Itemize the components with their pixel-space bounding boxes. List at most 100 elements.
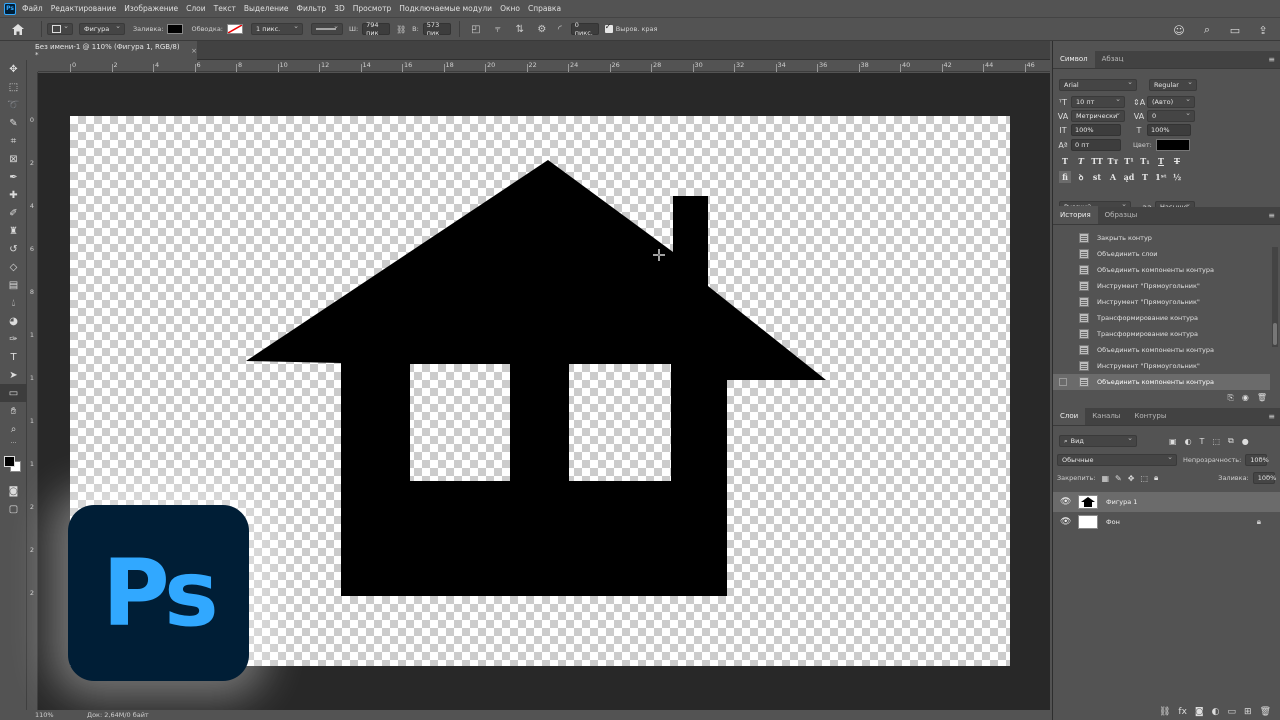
foreground-color-swatch[interactable] (4, 456, 15, 467)
lock-all-icon[interactable]: 🔒︎ (1154, 473, 1158, 483)
eraser-tool-icon[interactable]: ◇ (0, 258, 27, 276)
menu-window[interactable]: Окно (500, 4, 520, 13)
share-icon[interactable]: ⇪ (1254, 22, 1272, 38)
stroke-swatch[interactable] (227, 24, 243, 34)
path-select-tool-icon[interactable]: ➤ (0, 366, 27, 384)
fill-swatch[interactable] (167, 24, 184, 34)
history-item[interactable]: Трансформирование контура (1053, 310, 1270, 326)
horizontal-ruler[interactable]: 0 2 4 6 8 10 12 14 16 18 20 22 24 26 28 30 32 34 36 38 40 42 4… (38, 60, 1050, 72)
rectangle-tool-icon[interactable]: ▭ (0, 384, 27, 402)
leading-dropdown[interactable]: (Авто) (1147, 95, 1195, 108)
titling-alternates-icon[interactable]: ąd (1123, 171, 1135, 183)
document-tab[interactable]: Без имени-1 @ 110% (Фигура 1, RGB/8) * × (27, 41, 197, 60)
new-layer-icon[interactable]: ⊞ (1244, 707, 1252, 717)
kerning-dropdown[interactable]: Метрически (1071, 109, 1125, 122)
search-icon[interactable]: ⌕ (1198, 22, 1216, 38)
healing-brush-tool-icon[interactable]: ✚ (0, 186, 27, 204)
filter-adjustment-icon[interactable]: ◐ (1185, 437, 1192, 446)
tool-preset-picker[interactable] (47, 22, 73, 35)
underline-icon[interactable]: T (1155, 155, 1167, 167)
path-operations-icon[interactable]: ◰ (469, 22, 483, 36)
align-edges-checkbox[interactable] (604, 22, 613, 33)
quick-select-tool-icon[interactable]: ✎ (0, 114, 27, 132)
faux-italic-icon[interactable]: T (1075, 155, 1087, 167)
history-item[interactable]: Трансформирование контура (1053, 326, 1270, 342)
stroke-width-dropdown[interactable]: 1 пикс. (251, 22, 303, 35)
marquee-tool-icon[interactable]: ⬚ (0, 78, 27, 96)
blur-tool-icon[interactable]: 💧︎ (0, 294, 27, 312)
tab-channels[interactable]: Каналы (1085, 407, 1127, 425)
shape-mode-dropdown[interactable]: Фигура (79, 22, 125, 35)
ordinals-icon[interactable]: T (1139, 171, 1151, 183)
history-item[interactable]: Инструмент "Прямоугольник" (1053, 358, 1270, 374)
zoom-level[interactable]: 110% (27, 711, 77, 719)
fractions-icon[interactable]: ½ (1171, 171, 1183, 183)
tab-paths[interactable]: Контуры (1127, 407, 1173, 425)
history-item[interactable]: Объединить слои (1053, 246, 1270, 262)
menu-select[interactable]: Выделение (244, 4, 289, 13)
stroke-type-dropdown[interactable] (311, 22, 343, 35)
all-caps-icon[interactable]: TT (1091, 155, 1103, 167)
lock-image-icon[interactable]: ✎ (1115, 474, 1122, 483)
subscript-icon[interactable]: T₁ (1139, 155, 1151, 167)
add-mask-icon[interactable]: ◙ (1195, 707, 1204, 717)
discretionary-ligatures-icon[interactable]: ꝺ (1075, 171, 1087, 183)
history-brush-tool-icon[interactable]: ↺ (0, 240, 27, 258)
link-icon[interactable]: ⛓ (394, 22, 408, 36)
layer-filter-dropdown[interactable]: ⌕ Вид (1059, 434, 1137, 447)
screen-mode-icon[interactable]: ▢ (0, 500, 27, 518)
move-tool-icon[interactable]: ✥ (0, 60, 27, 78)
filter-pixel-icon[interactable]: ▣ (1169, 437, 1177, 446)
menu-plugins[interactable]: Подключаемые модули (399, 4, 492, 13)
user-icon[interactable]: ☺ (1170, 22, 1188, 38)
app-icon[interactable]: Ps (4, 2, 16, 15)
menu-3d[interactable]: 3D (334, 4, 345, 13)
tab-history[interactable]: История (1053, 206, 1098, 224)
trash-icon[interactable]: 🗑︎ (1257, 393, 1267, 403)
tab-character[interactable]: Символ (1053, 50, 1095, 68)
menu-image[interactable]: Изображение (124, 4, 178, 13)
blend-mode-dropdown[interactable]: Обычные (1057, 453, 1177, 466)
lasso-tool-icon[interactable]: ➰ (0, 96, 27, 114)
tab-layers[interactable]: Слои (1053, 407, 1086, 425)
link-layers-icon[interactable]: ⛓ (1159, 707, 1170, 717)
dodge-tool-icon[interactable]: ◕ (0, 312, 27, 330)
ordinal-sup-icon[interactable]: 1ˢᵗ (1155, 171, 1167, 183)
menu-file[interactable]: Файл (22, 4, 43, 13)
new-document-from-state-icon[interactable]: ⎘ (1227, 393, 1233, 403)
lock-position-icon[interactable]: ✥ (1128, 474, 1135, 483)
corner-radius-input[interactable]: 0 пикс. (570, 21, 599, 37)
filter-toggle-icon[interactable]: ● (1242, 437, 1249, 446)
history-scrollbar[interactable] (1272, 247, 1278, 347)
path-arrangement-icon[interactable]: ⇅ (513, 22, 527, 36)
ligatures-icon[interactable]: fi (1059, 171, 1071, 183)
lock-transparent-icon[interactable]: ▦ (1101, 474, 1109, 483)
tab-swatches[interactable]: Образцы (1098, 206, 1145, 224)
history-item[interactable]: Объединить компоненты контура (1053, 342, 1270, 358)
visibility-eye-icon[interactable]: 👁︎ (1060, 497, 1071, 507)
camera-icon[interactable]: ◉ (1242, 393, 1249, 403)
swash-icon[interactable]: st (1091, 171, 1103, 183)
stylistic-alternates-icon[interactable]: A (1107, 171, 1119, 183)
visibility-eye-icon[interactable]: 👁︎ (1060, 517, 1071, 527)
history-item[interactable]: Инструмент "Прямоугольник" (1053, 294, 1270, 310)
menu-edit[interactable]: Редактирование (51, 4, 116, 13)
font-family-dropdown[interactable]: Arial (1059, 78, 1137, 91)
menu-view[interactable]: Просмотр (353, 4, 392, 13)
workspace-icon[interactable]: ▭ (1226, 22, 1244, 38)
small-caps-icon[interactable]: Tт (1107, 155, 1119, 167)
fill-input[interactable]: 100% (1252, 471, 1276, 484)
hand-tool-icon[interactable]: ✋︎ (0, 402, 27, 420)
trash-icon[interactable]: 🗑︎ (1260, 707, 1271, 717)
pen-tool-icon[interactable]: ✑ (0, 330, 27, 348)
type-tool-icon[interactable]: T (0, 348, 27, 366)
gear-icon[interactable]: ⚙ (535, 22, 549, 36)
frame-tool-icon[interactable]: ⊠ (0, 150, 27, 168)
menu-layers[interactable]: Слои (186, 4, 206, 13)
tab-paragraph[interactable]: Абзац (1095, 50, 1131, 68)
history-item[interactable]: Объединить компоненты контура (1053, 262, 1270, 278)
layer-row-background[interactable]: 👁︎ Фон 🔒︎ (1053, 512, 1280, 532)
new-group-icon[interactable]: ▭ (1228, 707, 1237, 717)
menu-help[interactable]: Справка (528, 4, 561, 13)
brush-tool-icon[interactable]: ✐ (0, 204, 27, 222)
